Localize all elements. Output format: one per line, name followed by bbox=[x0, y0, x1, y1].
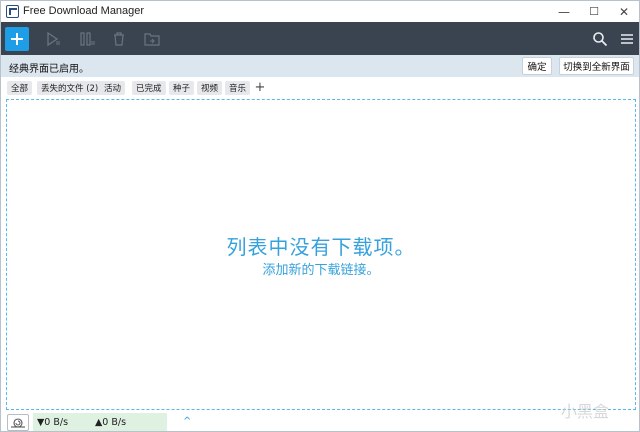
delete-button[interactable] bbox=[111, 31, 127, 47]
toolbar bbox=[1, 22, 639, 55]
tag-completed[interactable]: 已完成 bbox=[132, 81, 166, 95]
empty-list-title: 列表中没有下载项。 bbox=[226, 235, 416, 259]
maximize-button[interactable]: ☐ bbox=[579, 1, 609, 22]
resume-button[interactable] bbox=[45, 31, 61, 47]
minimize-button[interactable]: — bbox=[549, 1, 579, 22]
search-icon bbox=[593, 32, 608, 47]
downloads-drop-area[interactable]: 列表中没有下载项。 添加新的下载链接。 bbox=[6, 99, 636, 410]
open-folder-button[interactable] bbox=[144, 31, 160, 47]
tag-video[interactable]: 视频 bbox=[197, 81, 223, 95]
plus-icon bbox=[11, 33, 23, 45]
tag-music[interactable]: 音乐 bbox=[225, 81, 251, 95]
add-download-link[interactable]: 添加新的下载链接。 bbox=[7, 259, 635, 278]
hamburger-menu-icon bbox=[621, 34, 633, 44]
search-button[interactable] bbox=[592, 31, 608, 47]
app-window: Free Download Manager — ☐ ✕ 经典界面已启用。 确定 … bbox=[0, 0, 640, 432]
chevron-up-icon[interactable]: ^ bbox=[183, 416, 191, 427]
menu-button[interactable] bbox=[619, 31, 635, 47]
status-bar: ▼0 B/s ▲0 B/s ^ bbox=[1, 412, 639, 431]
classic-ui-notice: 经典界面已启用。 确定 切换到全新界面 bbox=[1, 55, 639, 77]
filter-tags: 全部 丢失的文件 (2) 活动 已完成 种子 视频 音乐 + bbox=[1, 78, 639, 98]
tag-all[interactable]: 全部 bbox=[7, 81, 33, 95]
add-tag-button[interactable]: + bbox=[253, 80, 267, 95]
app-logo-icon bbox=[6, 5, 19, 18]
trash-icon bbox=[114, 32, 124, 46]
switch-ui-button[interactable]: 切换到全新界面 bbox=[559, 57, 634, 75]
speed-panel[interactable]: ▼0 B/s ▲0 B/s ^ bbox=[33, 413, 191, 431]
watermark-logo: 小黑盒 bbox=[561, 402, 610, 421]
title-bar: Free Download Manager — ☐ ✕ bbox=[1, 1, 639, 22]
tag-active[interactable]: 活动 bbox=[100, 81, 126, 95]
notice-text: 经典界面已启用。 bbox=[9, 64, 89, 75]
tag-torrents[interactable]: 种子 bbox=[169, 81, 195, 95]
folder-icon bbox=[144, 33, 160, 46]
add-download-button[interactable] bbox=[5, 27, 29, 51]
pause-button[interactable] bbox=[79, 31, 95, 47]
speed-mode-button[interactable] bbox=[7, 414, 29, 431]
window-title: Free Download Manager bbox=[23, 5, 145, 17]
tag-missing-files[interactable]: 丢失的文件 (2) bbox=[37, 81, 103, 95]
download-speed: ▼0 B/s bbox=[37, 417, 69, 428]
play-icon bbox=[47, 31, 60, 47]
close-button[interactable]: ✕ bbox=[609, 1, 639, 22]
snail-icon bbox=[11, 417, 25, 428]
confirm-button[interactable]: 确定 bbox=[522, 57, 552, 75]
pause-icon bbox=[80, 32, 95, 46]
upload-speed: ▲0 B/s bbox=[95, 417, 127, 428]
